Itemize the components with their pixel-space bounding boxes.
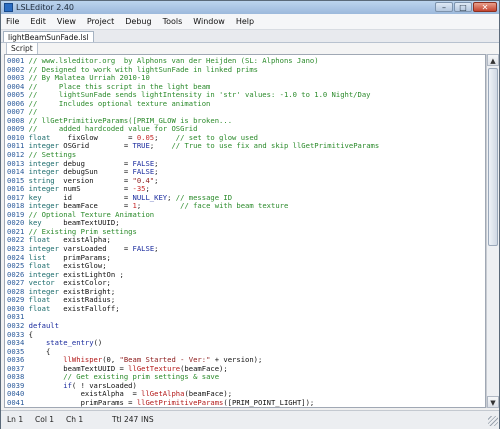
status-bar: Ln 1 Col 1 Ch 1 Ttl 247 INS (1, 410, 499, 429)
line-number: 0041 (7, 397, 29, 407)
menu-tools[interactable]: Tools (158, 14, 189, 29)
code-token: ; (149, 141, 172, 151)
status-total: Ttl 247 (112, 415, 139, 424)
app-icon (4, 3, 13, 12)
code-line[interactable]: 0034 state_entry() (7, 338, 379, 348)
resize-grip-icon[interactable] (488, 416, 498, 426)
code-editor[interactable]: 0001 // www.lsleditor.org by Alphons van… (4, 54, 486, 408)
code-token: // face with beam texture (180, 201, 289, 211)
minimize-icon[interactable]: – (435, 2, 453, 12)
menu-view[interactable]: View (52, 14, 82, 29)
status-char: Ch 1 (66, 415, 84, 424)
code-token: FALSE (132, 244, 155, 254)
vertical-scrollbar[interactable]: ▲ ▼ (486, 54, 499, 408)
menu-bar: File Edit View Project Debug Tools Windo… (1, 14, 499, 30)
code-token: TRUE (132, 141, 150, 151)
code-line[interactable]: 0032 default (7, 320, 379, 331)
window-controls: – □ ✕ (434, 2, 497, 13)
code-token: state_entry (45, 338, 94, 348)
code-token: // True to use fix and skip llGetPrimiti… (171, 141, 380, 151)
code-token: ; (154, 244, 159, 254)
code-line[interactable]: 0030 float existFalloff; (7, 303, 379, 314)
status-insert-mode: INS (141, 415, 154, 424)
code-line[interactable]: 0006 // Includes optional texture animat… (7, 98, 379, 109)
code-token: default (28, 320, 59, 330)
scroll-thumb[interactable] (488, 68, 498, 246)
menu-file[interactable]: File (1, 14, 25, 29)
document-tab-bar: lightBeamSunFade.lsl (1, 30, 499, 42)
code-token: float (28, 303, 51, 313)
status-column: Col 1 (35, 415, 55, 424)
scroll-up-icon[interactable]: ▲ (487, 54, 499, 66)
menu-project[interactable]: Project (82, 14, 120, 29)
code-token: ; (154, 175, 159, 185)
code-lines: 0001 // www.lsleditor.org by Alphons van… (7, 56, 380, 407)
status-line: Ln 1 (7, 415, 24, 424)
menu-window[interactable]: Window (188, 14, 231, 29)
tab-lightbeamsunfade[interactable]: lightBeamSunFade.lsl (3, 31, 94, 42)
close-icon[interactable]: ✕ (473, 2, 497, 12)
app-window: LSLEditor 2.40 – □ ✕ File Edit View Proj… (0, 0, 500, 429)
code-token: ([PRIM_POINT_LIGHT]); (223, 397, 315, 407)
code-token: llGetPrimitiveParams (136, 397, 224, 407)
title-bar[interactable]: LSLEditor 2.40 – □ ✕ (1, 1, 499, 14)
code-token: () (93, 338, 103, 348)
code-token: // Includes optional texture animation (28, 98, 211, 108)
code-token: primParams = (28, 397, 137, 407)
menu-debug[interactable]: Debug (120, 14, 157, 29)
menu-help[interactable]: Help (231, 14, 260, 29)
code-line[interactable]: 0031 (7, 313, 379, 322)
code-line[interactable]: 0041 primParams = llGetPrimitiveParams([… (7, 397, 379, 407)
scroll-down-icon[interactable]: ▼ (487, 396, 499, 408)
menu-edit[interactable]: Edit (25, 14, 52, 29)
maximize-icon[interactable]: □ (454, 2, 472, 12)
window-title: LSLEditor 2.40 (16, 3, 75, 12)
code-token: existFalloff; (50, 303, 120, 313)
